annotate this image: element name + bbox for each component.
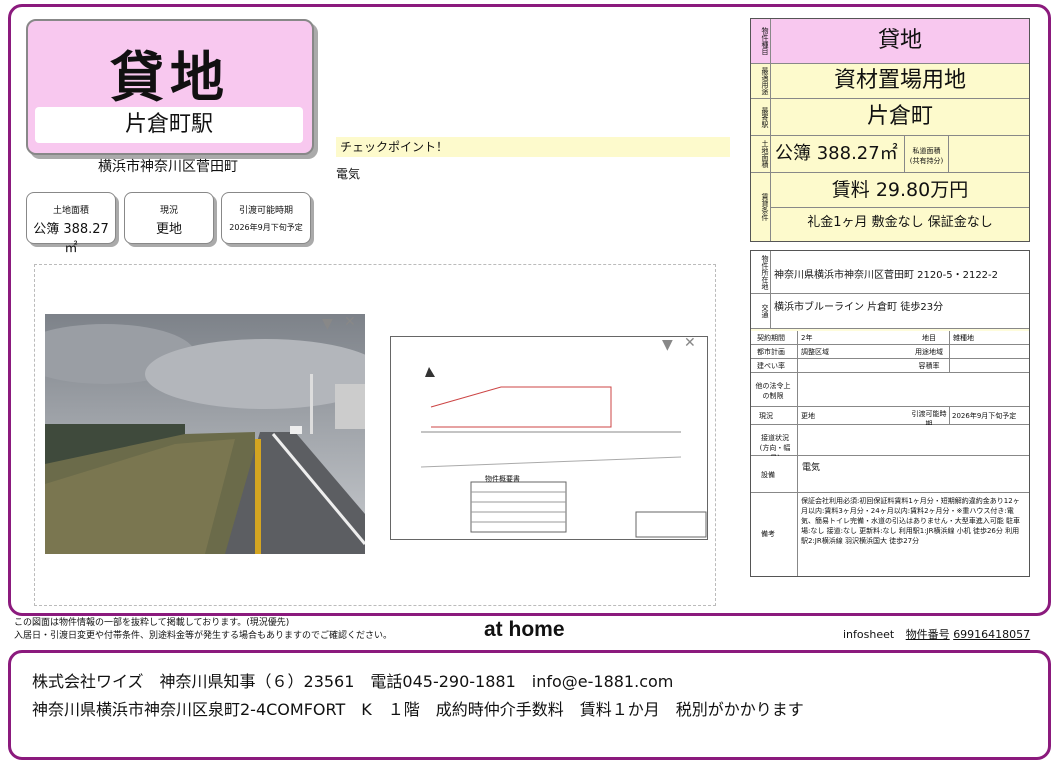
info-remarks: 保証会社利用必須:初回保証料賃料1ヶ月分・短期解約違約金あり12ヶ月以内:賃料3… xyxy=(797,493,1029,576)
title-box: 貸地 片倉町駅 xyxy=(26,19,314,155)
info-transport: 横浜市ブルーライン 片倉町 徒歩23分 xyxy=(774,302,944,313)
info-equipment: 電気 xyxy=(797,456,1029,492)
station-title: 片倉町駅 xyxy=(35,107,303,143)
info-table: 物件所在地 神奈川県横浜市神奈川区菅田町 2120-5・2122-2 交通 横浜… xyxy=(750,250,1030,577)
property-type-title: 貸地 xyxy=(110,46,230,109)
summary-status: 現況 更地 xyxy=(124,192,214,244)
photo-dropdown-icon[interactable]: ▼ xyxy=(322,316,333,332)
site-photo xyxy=(45,314,365,554)
spec-type: 貸地 xyxy=(877,28,922,53)
athome-logo: at home xyxy=(484,618,565,641)
info-location: 神奈川県横浜市神奈川区菅田町 2120-5・2122-2 xyxy=(774,270,999,281)
checkpoint-text: 電気 xyxy=(336,167,361,181)
checkpoint-label: チェックポイント！ xyxy=(336,137,730,157)
drawing-close-icon[interactable]: ✕ xyxy=(684,335,696,351)
company-line-1: 株式会社ワイズ 神奈川県知事（６）23561 電話045-290-1881 in… xyxy=(32,672,674,691)
drawing-title: 物件概要書 xyxy=(485,475,520,483)
photo-close-icon[interactable]: ✕ xyxy=(344,314,356,330)
spec-rent: 賃料 29.80万円 xyxy=(771,173,1029,208)
spec-use: 資材置場用地 xyxy=(833,68,966,93)
company-info: 株式会社ワイズ 神奈川県知事（６）23561 電話045-290-1881 in… xyxy=(32,668,804,724)
address-label: 横浜市神奈川区菅田町 xyxy=(98,159,238,175)
spec-area: 公簿 388.27㎡ xyxy=(775,143,898,164)
infosheet-id: infosheet 物件番号 69916418057 xyxy=(843,628,1031,641)
summary-handover: 引渡可能時期 2026年9月下旬予定 xyxy=(221,192,311,244)
spec-terms: 礼金1ヶ月 敷金なし 保証金なし xyxy=(807,215,993,230)
spec-table: 物件種目 貸地 最適用途 資材置場用地 最寄駅 片倉町 土地面積 公簿 388.… xyxy=(750,18,1030,242)
spec-station: 片倉町 xyxy=(866,104,933,129)
company-line-2: 神奈川県横浜市神奈川区泉町2-4COMFORT K １階 成約時仲介手数料 賃料… xyxy=(32,700,804,719)
summary-area: 土地面積 公簿 388.27㎡ xyxy=(26,192,116,256)
drawing-dropdown-icon[interactable]: ▼ xyxy=(662,337,673,353)
footer-notes: この図面は物件情報の一部を抜粋して掲載しております。(現況優先) 入居日・引渡日… xyxy=(14,618,393,641)
site-drawing: 物件概要書 xyxy=(390,336,708,540)
